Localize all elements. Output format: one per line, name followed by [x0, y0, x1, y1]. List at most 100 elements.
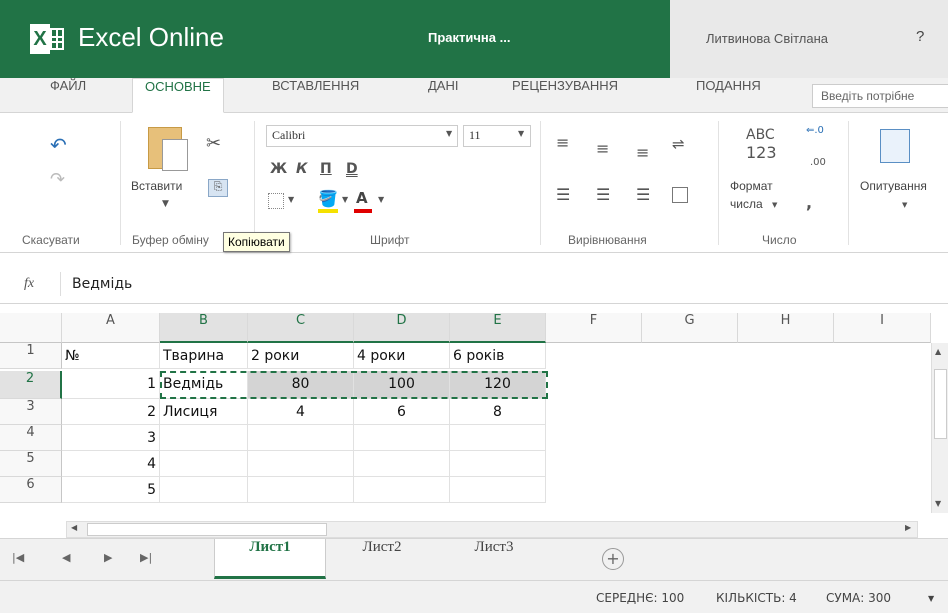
cell-E6[interactable]	[450, 477, 546, 503]
cell-D2[interactable]: 100	[354, 371, 450, 399]
column-header[interactable]: G	[642, 313, 738, 343]
cell-B4[interactable]	[160, 425, 248, 451]
cell-C2[interactable]: 80	[248, 371, 354, 399]
cell-B6[interactable]	[160, 477, 248, 503]
copy-icon[interactable]: ⎘	[208, 179, 228, 197]
paste-dropdown-icon[interactable]: ▼	[162, 199, 169, 209]
scroll-down-icon[interactable]: ▼	[935, 499, 941, 508]
font-color-dropdown-icon[interactable]: ▼	[378, 195, 384, 204]
column-header[interactable]: A	[62, 313, 160, 343]
prev-sheet-icon[interactable]: ◀	[62, 551, 70, 564]
cell-B3[interactable]: Лисиця	[160, 399, 248, 425]
sheet-tab-2[interactable]: Лист2	[330, 539, 434, 579]
column-header[interactable]: C	[248, 313, 354, 343]
select-all-corner[interactable]	[0, 313, 62, 343]
double-underline-button[interactable]: D	[346, 161, 358, 177]
tab-view[interactable]: ПОДАННЯ	[696, 78, 761, 113]
cell-A1[interactable]: №	[62, 343, 160, 369]
add-sheet-icon[interactable]: +	[602, 548, 624, 570]
horizontal-scroll-thumb[interactable]	[87, 523, 327, 536]
app-name[interactable]: Excel Online	[78, 22, 224, 53]
cell-E2[interactable]: 120	[450, 371, 546, 399]
cell-A4[interactable]: 3	[62, 425, 160, 451]
cell-C3[interactable]: 4	[248, 399, 354, 425]
cell-B2[interactable]: Ведмідь	[160, 371, 248, 399]
sheet-tab-3[interactable]: Лист3	[442, 539, 546, 579]
cell-A6[interactable]: 5	[62, 477, 160, 503]
font-name-select[interactable]: Calibri	[266, 125, 458, 147]
cell-A5[interactable]: 4	[62, 451, 160, 477]
row-header[interactable]: 6	[0, 477, 62, 503]
undo-icon[interactable]: ↶	[50, 133, 67, 157]
horizontal-scrollbar[interactable]: ◀ ▶	[66, 521, 918, 538]
font-name-dropdown-icon[interactable]: ▼	[446, 129, 452, 138]
cell-D3[interactable]: 6	[354, 399, 450, 425]
paste-button[interactable]: Вставити	[131, 179, 182, 193]
cell-B1[interactable]: Тварина	[160, 343, 248, 369]
tab-review[interactable]: РЕЦЕНЗУВАННЯ	[512, 78, 618, 113]
first-sheet-icon[interactable]: |◀	[12, 551, 24, 564]
number-format-dropdown-icon[interactable]: ▼	[772, 201, 777, 209]
borders-dropdown-icon[interactable]: ▼	[288, 195, 294, 204]
number-format-button-line2[interactable]: числа	[730, 197, 763, 211]
tab-file[interactable]: ФАЙЛ	[50, 78, 86, 113]
cell-A3[interactable]: 2	[62, 399, 160, 425]
cell-D5[interactable]	[354, 451, 450, 477]
survey-dropdown-icon[interactable]: ▼	[902, 201, 907, 209]
column-header[interactable]: F	[546, 313, 642, 343]
cell-E1[interactable]: 6 років	[450, 343, 546, 369]
cell-C6[interactable]	[248, 477, 354, 503]
decrease-decimal-icon[interactable]: .00	[810, 157, 826, 168]
cell-E5[interactable]	[450, 451, 546, 477]
function-icon[interactable]: fx	[24, 276, 34, 292]
redo-icon[interactable]: ↷	[50, 169, 65, 190]
column-header[interactable]: D	[354, 313, 450, 343]
underline-button[interactable]: П	[320, 161, 332, 177]
number-format-button[interactable]: Формат	[730, 179, 773, 193]
excel-logo-icon[interactable]: X	[30, 22, 66, 56]
align-center-icon[interactable]: ☰	[596, 185, 610, 204]
document-title[interactable]: Практична ...	[428, 30, 510, 45]
cell-D4[interactable]	[354, 425, 450, 451]
cell-C1[interactable]: 2 роки	[248, 343, 354, 369]
comma-style-button[interactable]: ,	[806, 193, 812, 212]
vertical-scrollbar[interactable]: ▲ ▼	[931, 343, 948, 513]
tab-insert[interactable]: ВСТАВЛЕННЯ	[272, 78, 359, 113]
font-size-dropdown-icon[interactable]: ▼	[518, 129, 524, 138]
status-options-icon[interactable]: ▼	[928, 594, 934, 603]
cell-B5[interactable]	[160, 451, 248, 477]
align-right-icon[interactable]: ☰	[636, 185, 650, 204]
cell-D1[interactable]: 4 роки	[354, 343, 450, 369]
align-top-icon[interactable]: ≡	[556, 133, 569, 152]
increase-decimal-icon[interactable]: ⇐.0	[806, 125, 824, 136]
align-bottom-icon[interactable]: ≡	[636, 143, 649, 162]
cell-D6[interactable]	[354, 477, 450, 503]
bold-button[interactable]: Ж	[270, 161, 287, 177]
italic-button[interactable]: К	[296, 161, 307, 177]
tab-home[interactable]: ОСНОВНЕ	[132, 78, 224, 113]
align-left-icon[interactable]: ☰	[556, 185, 570, 204]
scroll-up-icon[interactable]: ▲	[935, 347, 941, 356]
last-sheet-icon[interactable]: ▶|	[140, 551, 152, 564]
scroll-right-icon[interactable]: ▶	[905, 523, 911, 532]
column-header[interactable]: H	[738, 313, 834, 343]
cell-E3[interactable]: 8	[450, 399, 546, 425]
column-header[interactable]: E	[450, 313, 546, 343]
borders-icon[interactable]	[268, 193, 284, 209]
cell-E4[interactable]	[450, 425, 546, 451]
next-sheet-icon[interactable]: ▶	[104, 551, 112, 564]
scroll-left-icon[interactable]: ◀	[71, 523, 77, 532]
column-header[interactable]: I	[834, 313, 931, 343]
tab-data[interactable]: ДАНІ	[428, 78, 458, 113]
vertical-scroll-thumb[interactable]	[934, 369, 947, 439]
user-name[interactable]: Литвинова Світлана	[706, 31, 828, 46]
survey-button[interactable]: Опитування	[860, 179, 948, 193]
row-header[interactable]: 1	[0, 343, 62, 369]
survey-icon[interactable]	[880, 129, 910, 163]
row-header[interactable]: 3	[0, 399, 62, 425]
sheet-tab-1[interactable]: Лист1	[214, 539, 326, 579]
merge-cells-icon[interactable]	[672, 187, 688, 203]
row-header[interactable]: 4	[0, 425, 62, 451]
help-button[interactable]: ?	[916, 28, 924, 45]
wrap-text-icon[interactable]: ⇌	[672, 135, 685, 153]
